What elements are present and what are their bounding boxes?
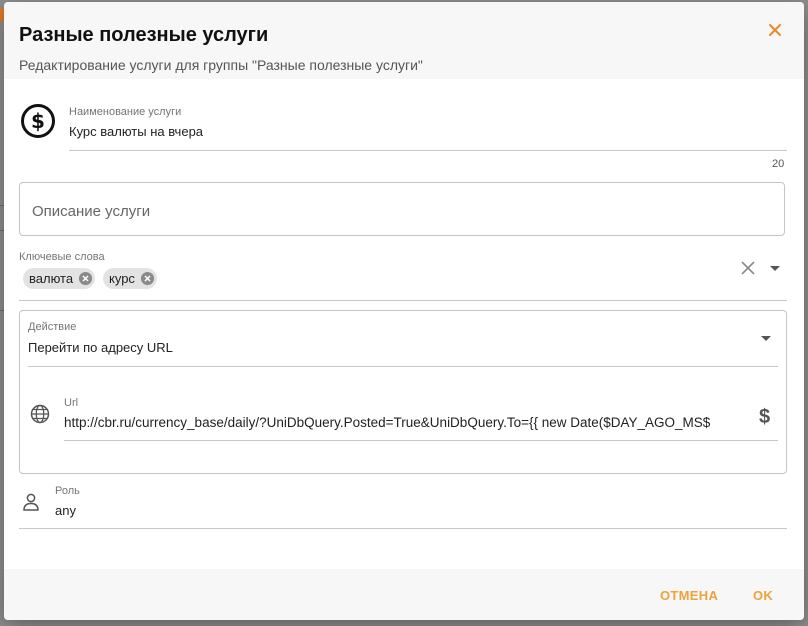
- dollar-circle-icon: $: [21, 104, 55, 138]
- ok-button[interactable]: OK: [753, 588, 773, 603]
- url-label: Url: [64, 397, 79, 409]
- close-icon: [769, 24, 781, 36]
- keywords-label: Ключевые слова: [19, 251, 105, 263]
- keywords-dropdown-arrow-icon[interactable]: [770, 266, 780, 271]
- dialog-title: Разные полезные услуги: [19, 24, 269, 46]
- action-select[interactable]: Перейти по адресу URL: [28, 340, 173, 355]
- close-button[interactable]: [765, 20, 785, 40]
- keyword-chip[interactable]: валюта: [23, 268, 96, 289]
- chip-remove-icon[interactable]: [140, 271, 155, 286]
- keyword-chip[interactable]: курс: [103, 268, 157, 289]
- service-name-input[interactable]: Курс валюты на вчера: [69, 124, 203, 139]
- clear-icon[interactable]: [740, 260, 756, 276]
- keywords-underline: [19, 300, 787, 301]
- service-name-label: Наименование услуги: [69, 106, 182, 118]
- action-dropdown-arrow-icon[interactable]: [761, 336, 771, 341]
- dialog-header: Разные полезные услуги Редактирование ус…: [4, 2, 804, 79]
- description-field[interactable]: Описание услуги: [19, 182, 785, 236]
- svg-text:$: $: [31, 109, 45, 133]
- description-placeholder: Описание услуги: [32, 203, 151, 220]
- url-input[interactable]: http://cbr.ru/currency_base/daily/?UniDb…: [64, 415, 744, 430]
- cancel-button[interactable]: ОТМЕНА: [660, 588, 718, 603]
- edit-service-dialog: Разные полезные услуги Редактирование ус…: [4, 2, 804, 620]
- dialog-subtitle: Редактирование услуги для группы "Разные…: [19, 57, 423, 73]
- globe-icon: [30, 404, 50, 424]
- keyword-chip-label: валюта: [29, 271, 74, 286]
- action-label: Действие: [28, 321, 77, 333]
- action-section: [19, 310, 787, 474]
- chip-remove-icon[interactable]: [78, 271, 93, 286]
- role-underline: [19, 528, 787, 529]
- dollar-variable-icon[interactable]: $: [759, 406, 770, 429]
- person-icon: [23, 493, 39, 511]
- service-name-underline: [69, 150, 787, 151]
- role-label: Роль: [55, 485, 80, 497]
- role-input[interactable]: any: [55, 503, 76, 518]
- action-underline: [28, 366, 778, 367]
- url-underline: [64, 440, 778, 441]
- char-counter: 20: [772, 158, 785, 170]
- keyword-chip-label: курс: [109, 271, 135, 286]
